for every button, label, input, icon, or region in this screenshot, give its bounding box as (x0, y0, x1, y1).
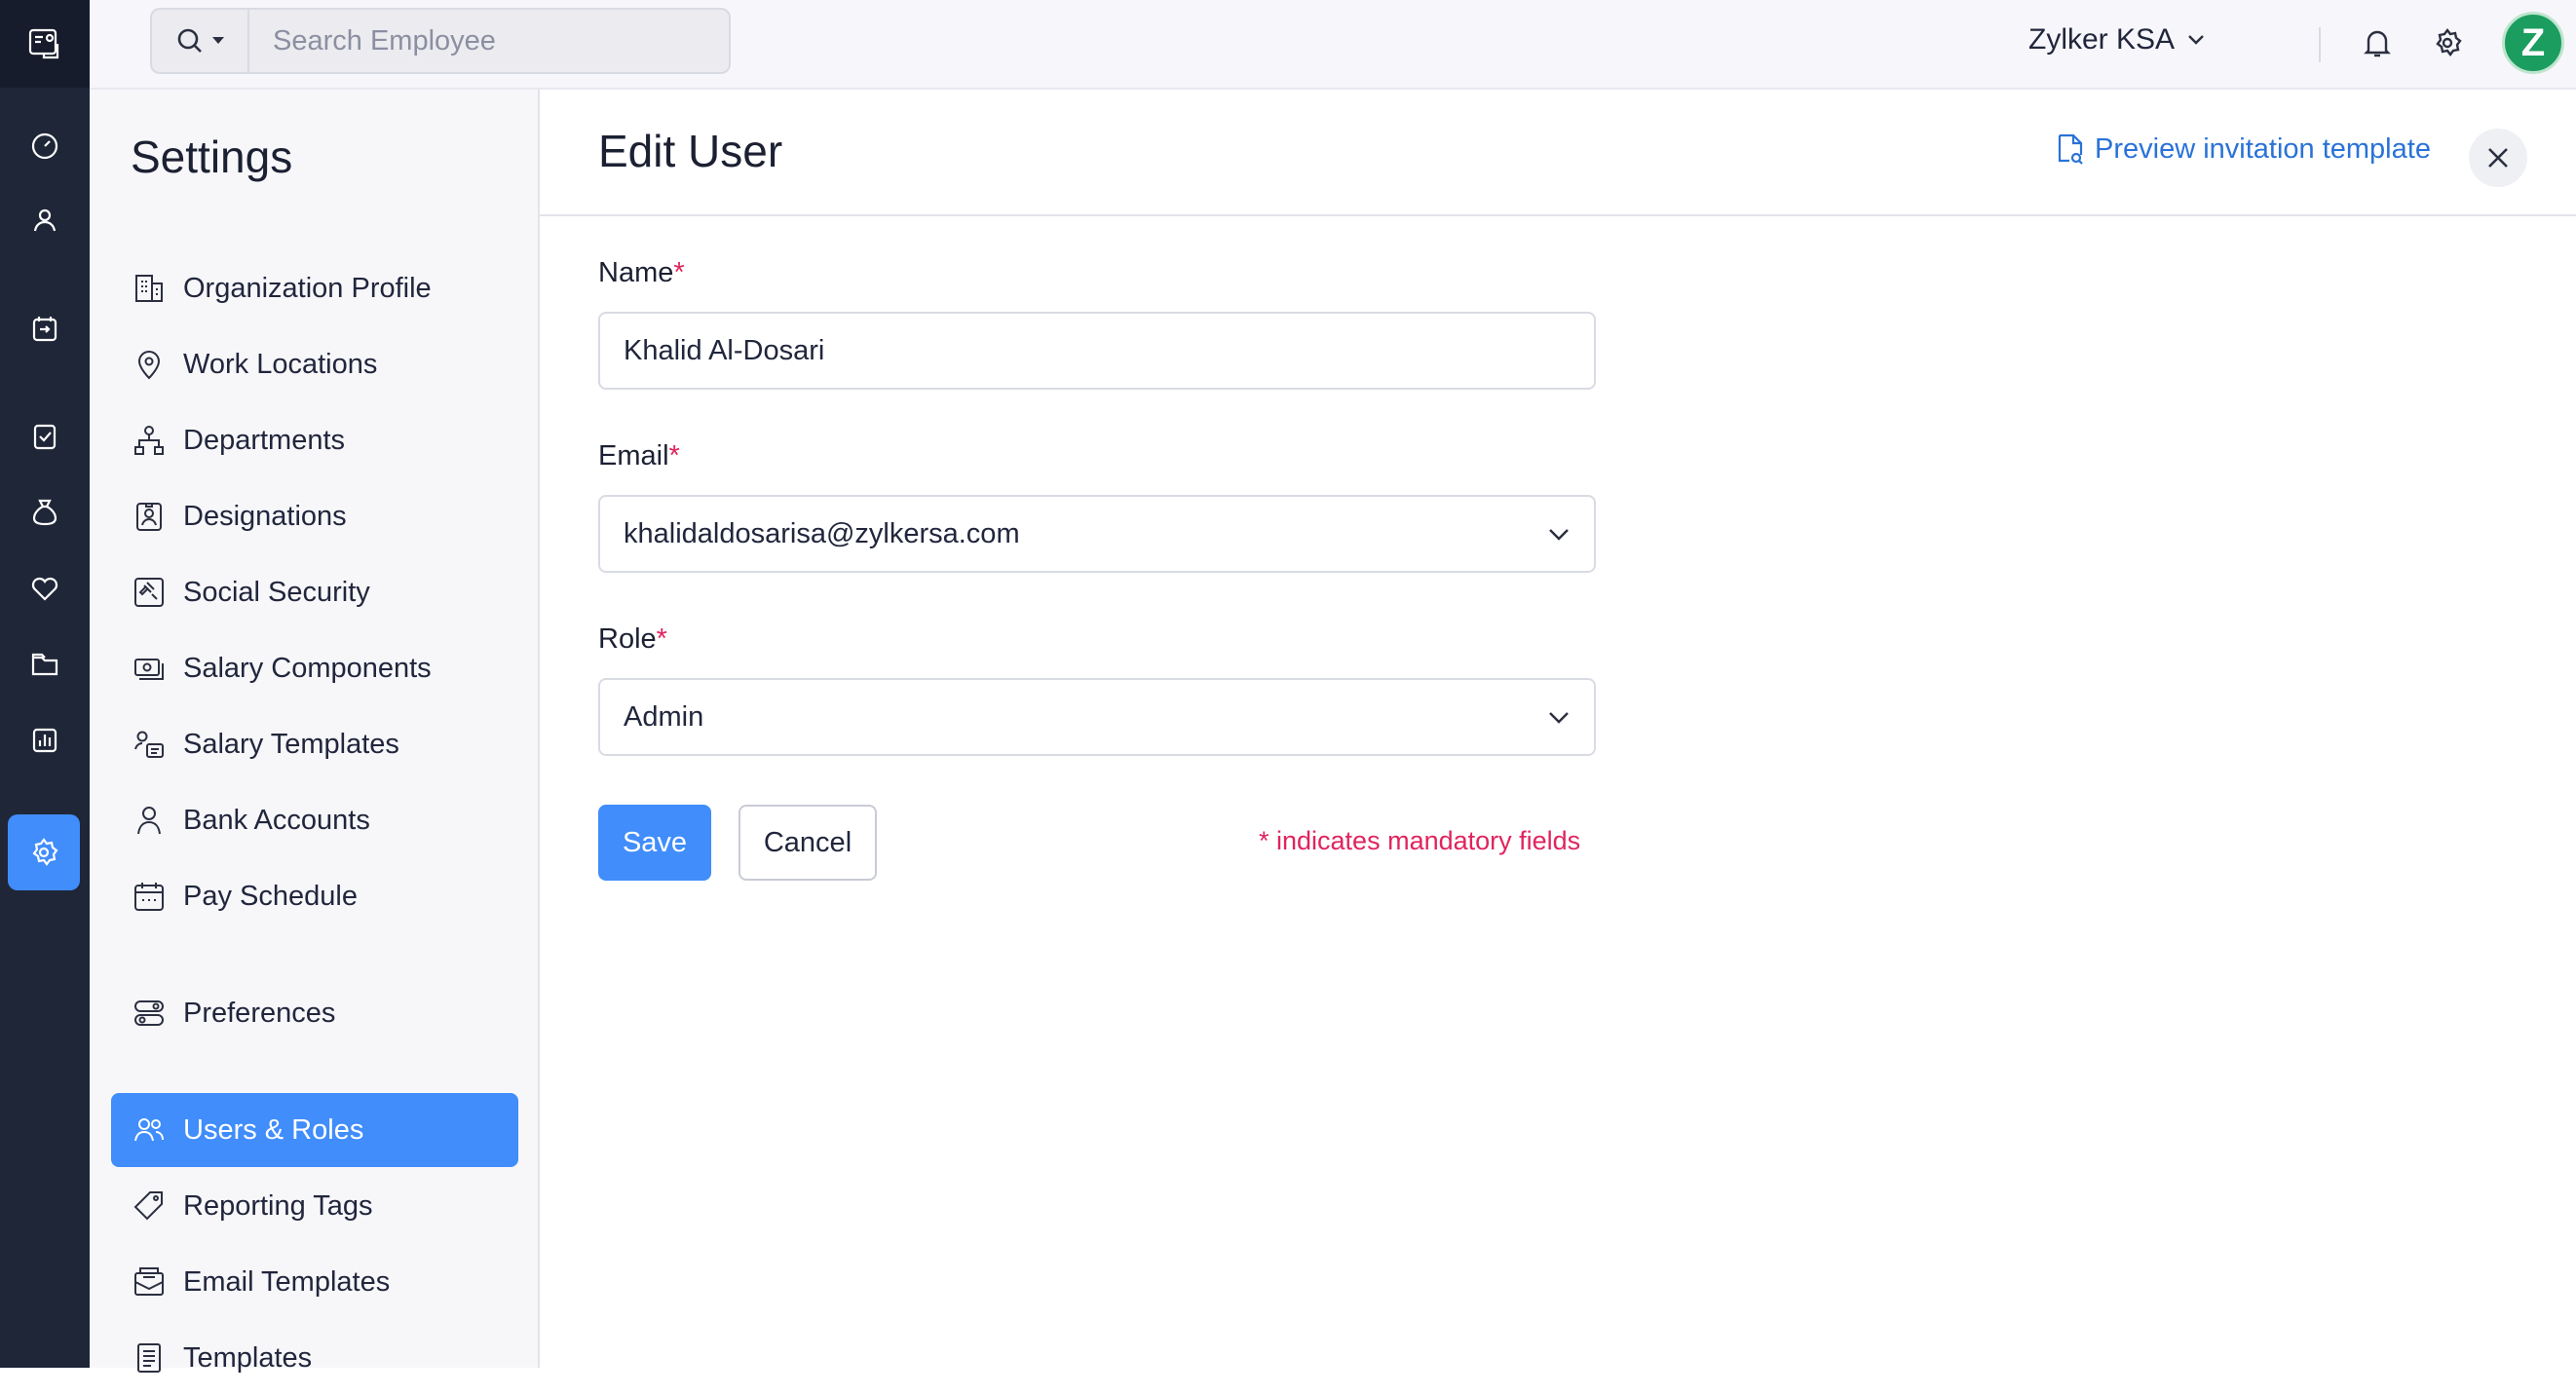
loans-icon[interactable] (16, 483, 74, 542)
sidebar-item-label: Templates (183, 1342, 312, 1375)
email-value: khalidaldosarisa@zylkersa.com (624, 518, 1020, 550)
user-icon (131, 802, 168, 839)
gavel-icon (131, 574, 168, 611)
search-input[interactable] (249, 25, 717, 57)
search-icon (174, 25, 206, 57)
sidebar-item-label: Salary Components (183, 653, 432, 685)
close-button[interactable] (2469, 129, 2527, 187)
sidebar-title: Settings (131, 131, 292, 183)
chevron-down-icon (2186, 33, 2206, 47)
settings-sidebar: Settings Organization Profile Work Locat… (90, 90, 540, 1368)
role-value: Admin (624, 701, 703, 734)
close-icon (2485, 145, 2511, 170)
preview-link-label: Preview invitation template (2095, 133, 2431, 166)
building-icon (131, 270, 168, 307)
page-title: Edit User (598, 125, 782, 177)
approvals-icon[interactable] (16, 407, 74, 466)
sidebar-item-label: Email Templates (183, 1266, 390, 1299)
sidebar-item-bank-accounts[interactable]: Bank Accounts (111, 783, 518, 857)
location-pin-icon (131, 346, 168, 383)
sidebar-item-label: Preferences (183, 998, 335, 1030)
mail-template-icon (131, 1263, 168, 1301)
sidebar-item-label: Work Locations (183, 349, 377, 381)
search-filter-button[interactable] (152, 10, 249, 72)
role-select[interactable]: Admin (598, 678, 1596, 756)
sidebar-item-salary-components[interactable]: Salary Components (111, 631, 518, 705)
users-icon (131, 1112, 168, 1149)
org-chart-icon (131, 422, 168, 459)
sidebar-item-designations[interactable]: Designations (111, 479, 518, 553)
sidebar-item-email-templates[interactable]: Email Templates (111, 1245, 518, 1319)
sidebar-item-label: Designations (183, 501, 347, 533)
app-rail (0, 0, 90, 1368)
toggles-icon (131, 995, 168, 1032)
calendar-icon (131, 878, 168, 915)
sidebar-item-label: Reporting Tags (183, 1190, 373, 1223)
edit-user-panel: Edit User Preview invitation template Na… (540, 90, 2576, 1368)
org-switcher[interactable]: Zylker KSA (2028, 23, 2206, 57)
caret-down-icon (211, 36, 225, 46)
top-bar: Zylker KSA Z (90, 0, 2576, 90)
save-button[interactable]: Save (598, 805, 711, 881)
document-icon (131, 1339, 168, 1376)
sidebar-item-preferences[interactable]: Preferences (111, 976, 518, 1050)
name-label: Name* (598, 257, 685, 289)
sidebar-item-pay-schedule[interactable]: Pay Schedule (111, 859, 518, 933)
sidebar-item-label: Pay Schedule (183, 881, 358, 913)
sidebar-item-reporting-tags[interactable]: Reporting Tags (111, 1169, 518, 1243)
sidebar-item-label: Users & Roles (183, 1114, 363, 1147)
sidebar-item-label: Bank Accounts (183, 805, 370, 837)
tag-icon (131, 1188, 168, 1225)
email-label: Email* (598, 440, 680, 472)
mandatory-note: * indicates mandatory fields (1259, 826, 1580, 856)
sidebar-item-label: Social Security (183, 577, 370, 609)
email-select[interactable]: khalidaldosarisa@zylkersa.com (598, 495, 1596, 573)
name-value: Khalid Al-Dosari (624, 335, 824, 367)
preview-invitation-link[interactable]: Preview invitation template (2056, 132, 2431, 166)
sidebar-item-label: Salary Templates (183, 729, 399, 761)
chevron-down-icon (1545, 703, 1572, 731)
documents-icon[interactable] (16, 635, 74, 694)
settings-icon[interactable] (8, 814, 80, 890)
sidebar-item-users-roles[interactable]: Users & Roles (111, 1093, 518, 1167)
divider (2319, 27, 2321, 62)
benefits-icon[interactable] (16, 559, 74, 618)
sidebar-item-departments[interactable]: Departments (111, 403, 518, 477)
sidebar-item-label: Organization Profile (183, 273, 432, 305)
reports-icon[interactable] (16, 711, 74, 770)
avatar[interactable]: Z (2502, 12, 2564, 74)
pay-runs-icon[interactable] (16, 300, 74, 358)
employees-icon[interactable] (16, 191, 74, 249)
app-logo-icon[interactable] (0, 0, 90, 88)
sidebar-item-work-locations[interactable]: Work Locations (111, 327, 518, 401)
gear-icon[interactable] (2424, 19, 2471, 66)
role-label: Role* (598, 623, 667, 656)
id-badge-icon (131, 498, 168, 535)
search-box (150, 8, 731, 74)
cancel-button[interactable]: Cancel (739, 805, 877, 881)
chevron-down-icon (1545, 520, 1572, 547)
document-preview-icon (2056, 132, 2085, 166)
sidebar-item-social-security[interactable]: Social Security (111, 555, 518, 629)
sidebar-item-organization-profile[interactable]: Organization Profile (111, 251, 518, 325)
bell-icon[interactable] (2354, 19, 2401, 66)
user-list-icon (131, 726, 168, 763)
name-field[interactable]: Khalid Al-Dosari (598, 312, 1596, 390)
panel-header: Edit User Preview invitation template (540, 90, 2576, 216)
sidebar-item-salary-templates[interactable]: Salary Templates (111, 707, 518, 781)
org-name: Zylker KSA (2028, 23, 2175, 57)
sidebar-item-templates[interactable]: Templates (111, 1321, 518, 1395)
sidebar-item-label: Departments (183, 425, 345, 457)
cash-icon (131, 650, 168, 687)
dashboard-icon[interactable] (16, 117, 74, 175)
